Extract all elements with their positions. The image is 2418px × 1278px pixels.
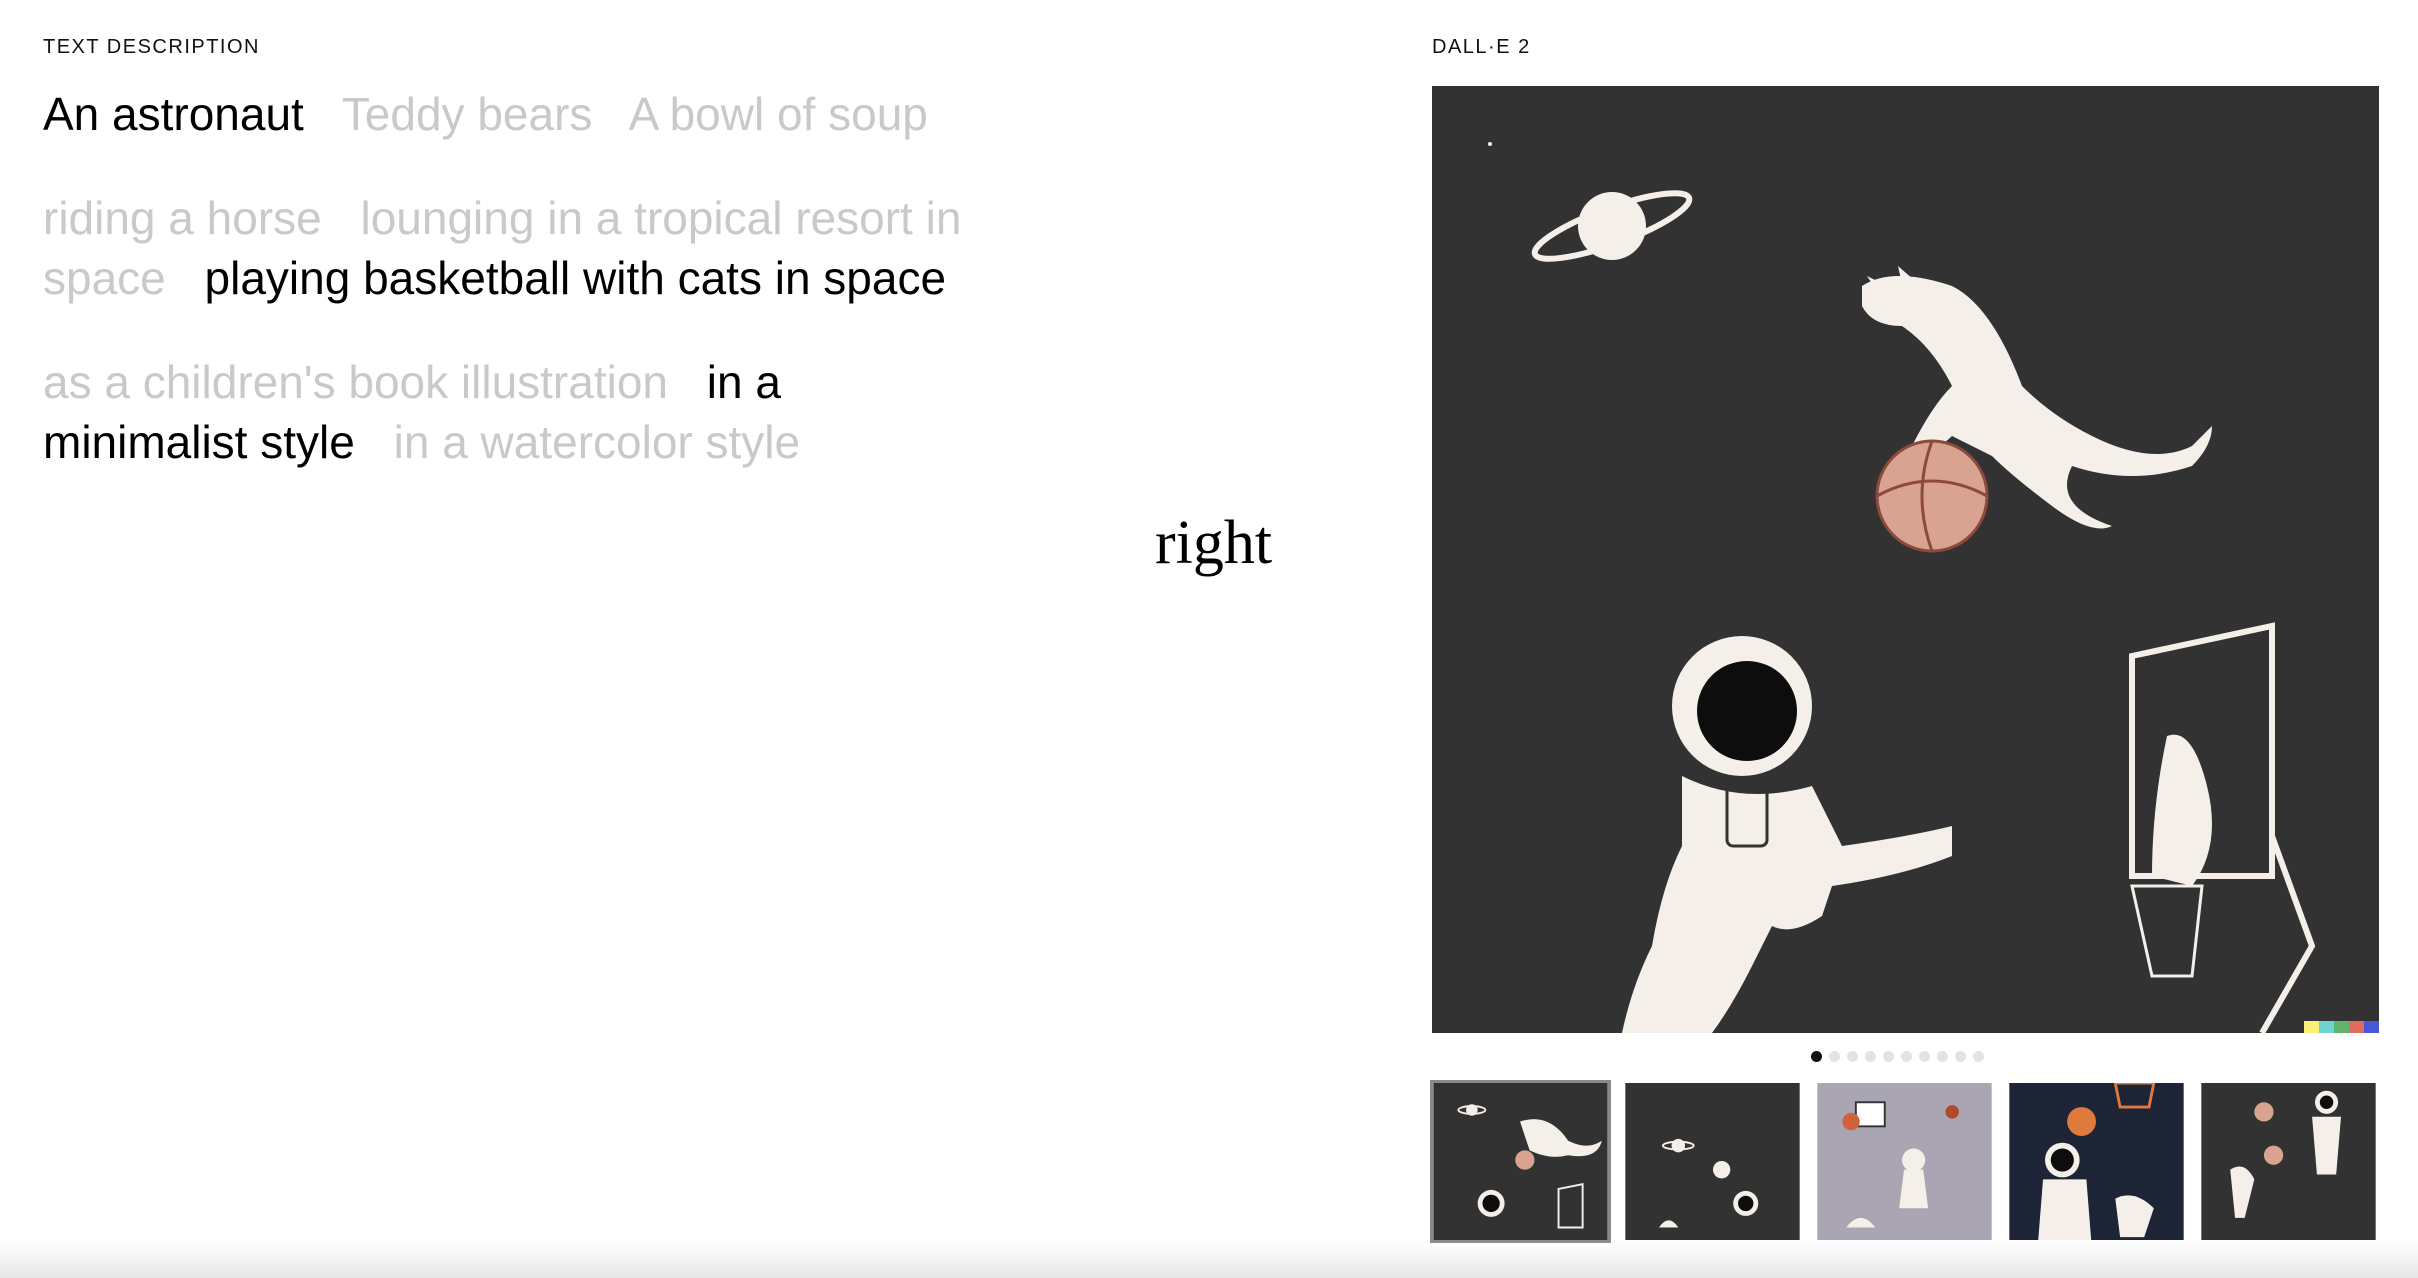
thumbnail-5-image [2201,1083,2376,1240]
option-bowl-of-soup[interactable]: A bowl of soup [629,88,928,140]
carousel-dot-2[interactable] [1829,1050,1840,1062]
thumbnail-2-image [1625,1083,1800,1240]
thumbnail-5[interactable] [2198,1080,2379,1243]
thumbnail-4-image [2009,1083,2184,1240]
carousel-dot-4[interactable] [1865,1050,1876,1062]
astronaut-cats-basketball-illustration [1432,86,2379,1033]
carousel-dot-5[interactable] [1883,1050,1894,1062]
dalle-watermark-icon [2304,1021,2379,1033]
bottom-fade [0,1240,2418,1278]
carousel-dot-8[interactable] [1937,1050,1948,1062]
carousel-dot-3[interactable] [1847,1050,1858,1062]
center-word: right [1155,509,1273,577]
option-teddy-bears[interactable]: Teddy bears [342,88,593,140]
activity-options: riding a horse lounging in a tropical re… [43,188,1003,308]
style-options: as a children's book illustration in a m… [43,352,843,472]
carousel-dot-7[interactable] [1919,1050,1930,1062]
carousel-dot-9[interactable] [1955,1050,1966,1062]
thumbnail-3[interactable] [1814,1080,1995,1243]
thumbnail-1-image [1433,1083,1608,1240]
option-riding-a-horse[interactable]: riding a horse [43,192,322,244]
thumbnail-2[interactable] [1622,1080,1803,1243]
thumbnail-strip [1430,1080,2379,1243]
carousel-dot-1[interactable] [1811,1050,1822,1062]
text-description-label: TEXT DESCRIPTION [43,36,260,58]
basketball-icon [1875,439,1989,553]
main-generated-image[interactable] [1432,86,2379,1033]
option-watercolor-style[interactable]: in a watercolor style [394,416,801,468]
subject-options: An astronaut Teddy bears A bowl of soup [43,84,1003,144]
carousel-dot-6[interactable] [1901,1050,1912,1062]
thumbnail-3-image [1817,1083,1992,1240]
carousel-pagination [1811,1050,1984,1062]
page: TEXT DESCRIPTION An astronaut Teddy bear… [0,0,2418,1278]
option-childrens-book[interactable]: as a children's book illustration [43,356,668,408]
dalle-2-label: DALL·E 2 [1432,36,1531,58]
thumbnail-4[interactable] [2006,1080,2187,1243]
option-playing-basketball-cats[interactable]: playing basketball with cats in space [205,252,947,304]
carousel-dot-10[interactable] [1973,1050,1984,1062]
option-an-astronaut[interactable]: An astronaut [43,88,304,140]
thumbnail-1[interactable] [1430,1080,1611,1243]
